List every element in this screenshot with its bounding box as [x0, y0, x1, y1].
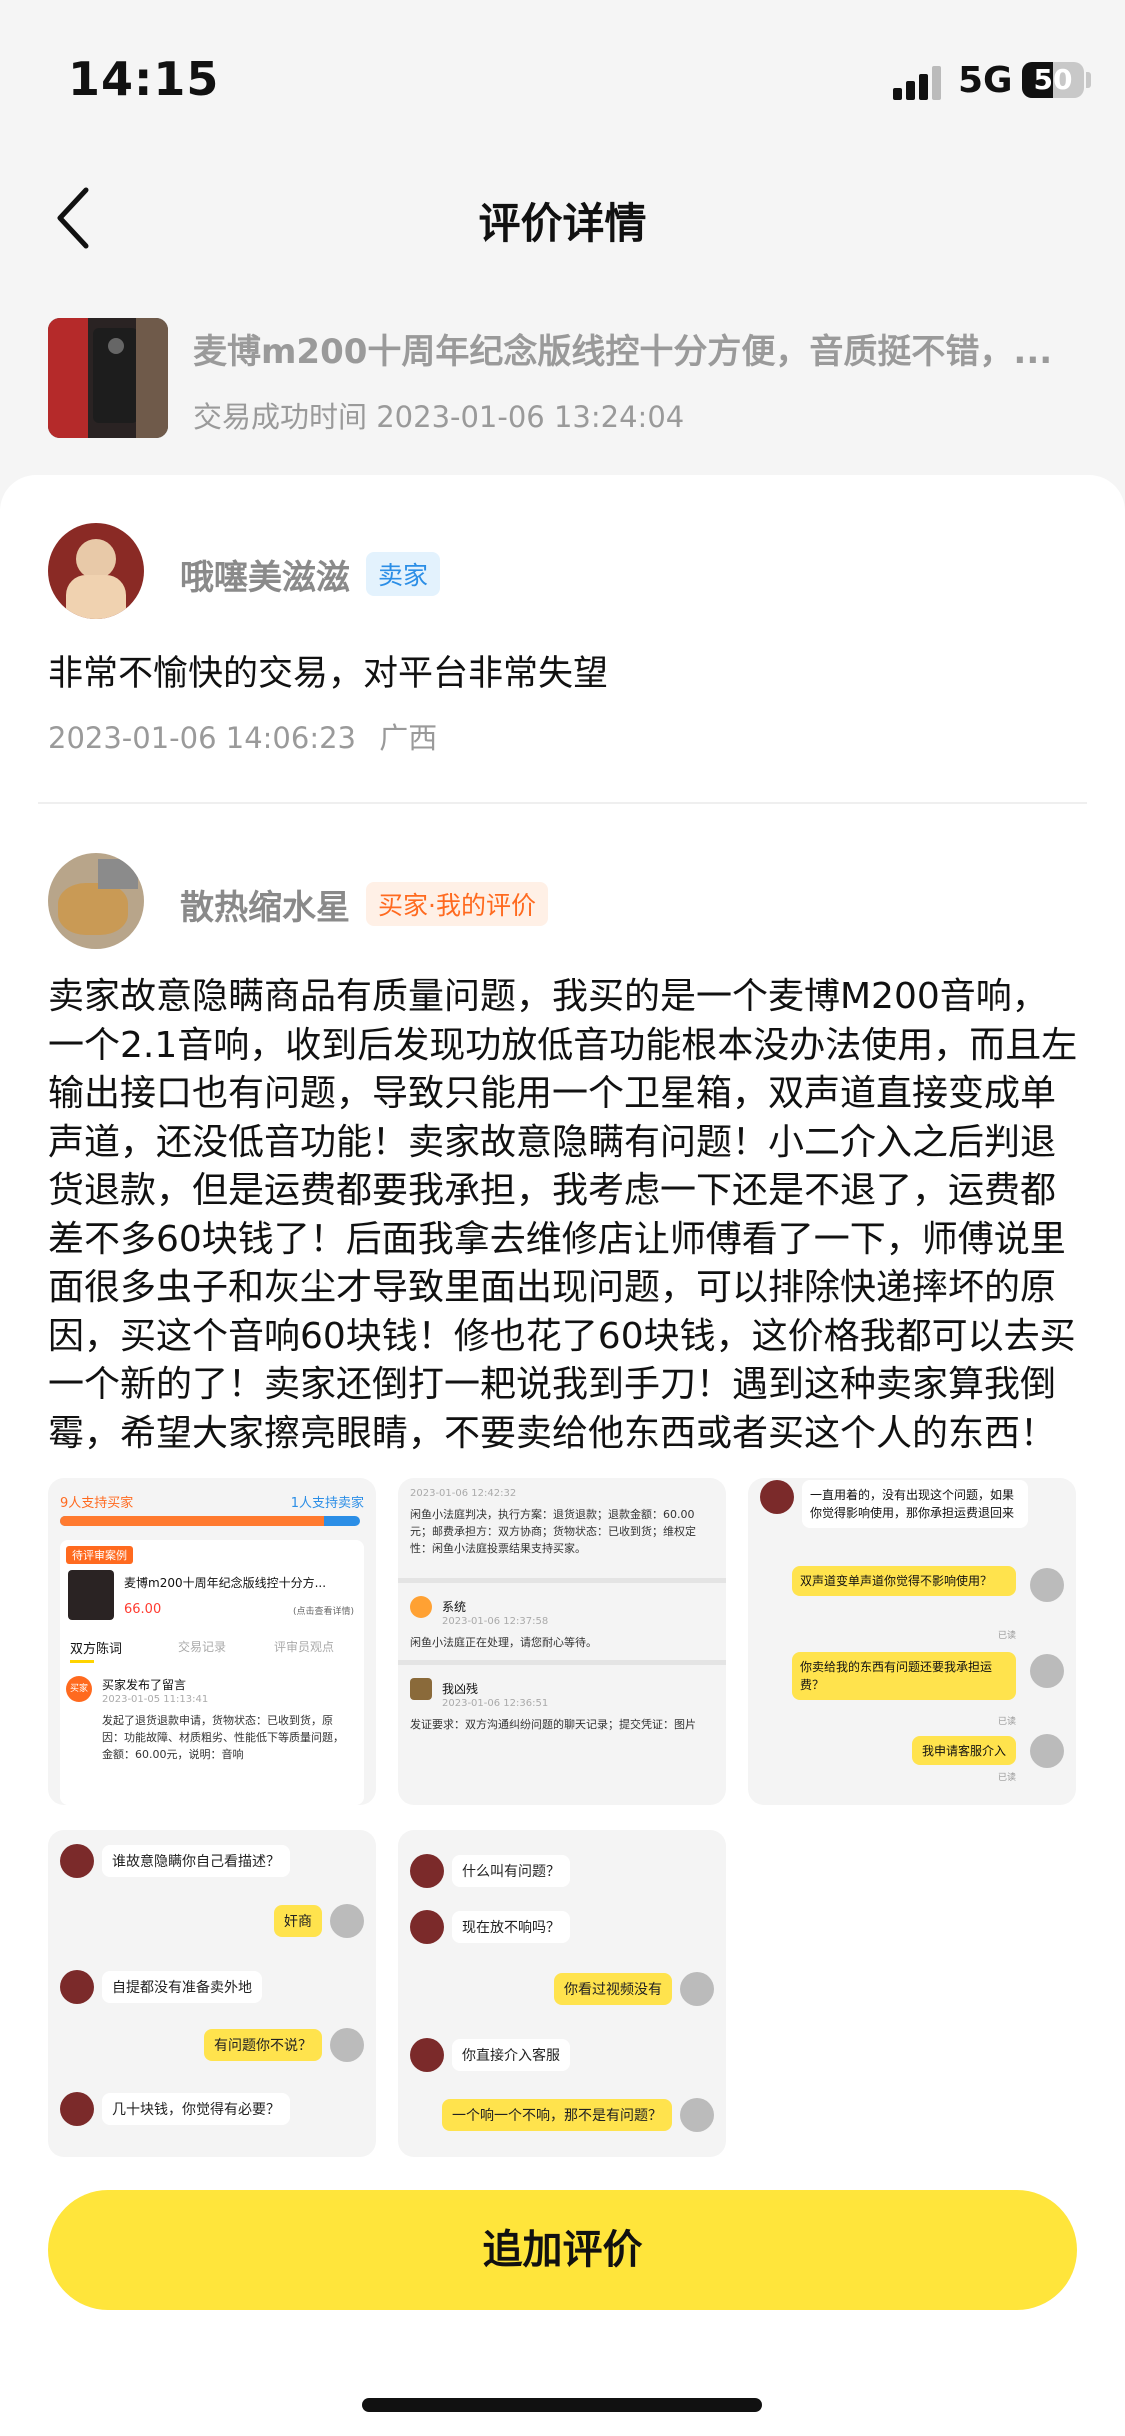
add-review-button[interactable]: 追加评价	[48, 2190, 1077, 2310]
msg-time: 2023-01-05 11:13:41	[102, 1694, 209, 1705]
chat-avatar-buyer	[680, 1972, 714, 2006]
record-body-3: 发证要求：双方沟通纠纷问题的聊天记录；提交凭证：图片	[410, 1718, 696, 1731]
chat-avatar-buyer	[1030, 1568, 1064, 1602]
chat-avatar-buyer	[1030, 1654, 1064, 1688]
seller-avatar[interactable]	[48, 523, 144, 619]
support-seller: 1人支持卖家	[290, 1496, 364, 1511]
chat-msg-1: 什么叫有问题？	[452, 1855, 570, 1887]
chat-avatar-seller	[60, 1844, 94, 1878]
review-image-4[interactable]: 谁故意隐瞒你自己看描述？ 奸商 自提都没有准备卖外地 有问题你不说？ 几十块钱，…	[48, 1830, 376, 2157]
buyer-avatar[interactable]	[48, 853, 144, 949]
read-label: 已读	[997, 1631, 1016, 1641]
chat-avatar-seller	[410, 1910, 444, 1944]
support-bar	[60, 1516, 360, 1526]
buyer-badge: 买家·我的评价	[366, 882, 548, 926]
chat-msg-2: 奸商	[274, 1905, 322, 1937]
review-image-2[interactable]: 2023-01-06 12:42:32 闲鱼小法庭判决，执行方案：退货退款；退款…	[398, 1478, 726, 1805]
chat-avatar-buyer	[680, 2098, 714, 2132]
chat-msg-5: 一个响一个不响，那不是有问题？	[442, 2099, 672, 2131]
nav-bar: 评价详情	[0, 170, 1125, 270]
status-time: 14:15	[68, 52, 220, 106]
pending-tag: 待评审案例	[66, 1546, 133, 1564]
item-thumb	[68, 1570, 114, 1620]
chat-msg-1: 谁故意隐瞒你自己看描述？	[102, 1845, 290, 1877]
chat-avatar-seller	[410, 2038, 444, 2072]
chat-row: 有问题你不说？	[204, 2028, 364, 2062]
review-image-1[interactable]: 9人支持买家 1人支持卖家 待评审案例 麦博m200十周年纪念版线控十分方...…	[48, 1478, 376, 1805]
record-body-1: 闲鱼小法庭判决，执行方案：退货退款；退款金额：60.00元；邮费承担方：双方协商…	[410, 1508, 696, 1555]
chat-row: 奸商	[274, 1904, 364, 1938]
product-thumbnail[interactable]	[48, 318, 168, 438]
chat-msg-3: 自提都没有准备卖外地	[102, 1971, 262, 2003]
seller-badge: 卖家	[366, 552, 441, 596]
chat-msg-3: 你卖给我的东西有问题还要我承担运费？	[792, 1652, 1016, 1700]
chat-msg-5: 几十块钱，你觉得有必要？	[102, 2093, 290, 2125]
chat-avatar-seller	[60, 2092, 94, 2126]
seller-name[interactable]: 哦噻美滋滋	[180, 550, 350, 599]
chat-row: 自提都没有准备卖外地	[60, 1970, 262, 2004]
chat-row: 现在放不响吗？	[410, 1910, 570, 1944]
system-avatar	[410, 1596, 432, 1618]
buyer-review-text: 卖家故意隐瞒商品有质量问题，我买的是一个麦博M200音响，一个2.1音响，收到后…	[48, 976, 1078, 1454]
page-title: 评价详情	[478, 199, 647, 248]
status-bar: 14:15 5G 50	[0, 0, 1125, 150]
product-title: 麦博m200十周年纪念版线控十分方便，音质挺不错，...	[193, 332, 1053, 372]
chat-msg-2: 现在放不响吗？	[452, 1911, 570, 1943]
buyer-tag: 买家	[66, 1676, 92, 1702]
network-label: 5G	[958, 60, 1013, 101]
chat-row: 几十块钱，你觉得有必要？	[60, 2092, 290, 2126]
review-image-5[interactable]: 什么叫有问题？ 现在放不响吗？ 你看过视频没有 你直接介入客服 一个响一个不响，…	[398, 1830, 726, 2157]
read-label: 已读	[997, 1717, 1016, 1727]
chat-avatar-buyer	[330, 2028, 364, 2062]
review-image-3[interactable]: 一直用着的，没有出现这个问题，如果你觉得影响使用，那你承担运费退回来 双声道变单…	[748, 1478, 1076, 1805]
tab-reviewers: 评审员观点	[274, 1640, 335, 1654]
divider	[38, 802, 1087, 804]
product-summary[interactable]: 麦博m200十周年纪念版线控十分方便，音质挺不错，... 交易成功时间 2023…	[48, 318, 1088, 438]
chat-msg-3: 你看过视频没有	[554, 1973, 672, 2005]
chat-row: 一个响一个不响，那不是有问题？	[442, 2098, 714, 2132]
me-avatar	[410, 1678, 432, 1700]
support-buyer: 9人支持买家	[60, 1496, 134, 1511]
chat-avatar-seller	[410, 1854, 444, 1888]
chat-msg-1: 一直用着的，没有出现这个问题，如果你觉得影响使用，那你承担运费退回来	[802, 1480, 1028, 1528]
chat-row: 你看过视频没有	[554, 1972, 714, 2006]
battery-percent: 50	[1033, 63, 1073, 96]
trade-time: 交易成功时间 2023-01-06 13:24:04	[193, 400, 685, 434]
read-label: 已读	[997, 1773, 1016, 1783]
chat-msg-4: 有问题你不说？	[204, 2029, 322, 2061]
chat-avatar-buyer	[330, 1904, 364, 1938]
battery-tip	[1086, 72, 1091, 88]
item-price: 66.00	[124, 1602, 162, 1617]
chat-avatar-seller	[760, 1480, 794, 1514]
buyer-name[interactable]: 散热缩水星	[180, 880, 350, 929]
seller-review-date: 2023-01-06 14:06:23	[48, 721, 356, 755]
chat-avatar-buyer	[1030, 1734, 1064, 1768]
chat-row: 你直接介入客服	[410, 2038, 570, 2072]
chat-msg-4: 你直接介入客服	[452, 2039, 570, 2071]
record-sender-2: 系统	[442, 1600, 467, 1614]
chat-avatar-seller	[60, 1970, 94, 2004]
record-body-2: 闲鱼小法庭正在处理，请您耐心等待。	[410, 1636, 597, 1649]
msg-body: 发起了退货退款申请，货物状态：已收到货，原因：功能故障、材质粗劣、性能低下等质量…	[102, 1714, 344, 1761]
tab-records: 交易记录	[178, 1640, 227, 1654]
signal-icon	[893, 66, 943, 100]
record-time-3: 2023-01-06 12:36:51	[442, 1698, 549, 1709]
record-time-1: 2023-01-06 12:42:32	[410, 1488, 517, 1499]
view-detail: (点击查看详情)	[292, 1607, 354, 1617]
msg-title: 买家发布了留言	[102, 1678, 187, 1692]
item-title: 麦博m200十周年纪念版线控十分方...	[124, 1576, 327, 1590]
seller-review-meta: 2023-01-06 14:06:23 广西	[48, 715, 437, 757]
tab-statements: 双方陈词	[70, 1642, 123, 1657]
chat-msg-4: 我申请客服介入	[911, 1736, 1016, 1765]
seller-review-location: 广西	[379, 721, 438, 755]
chat-row: 谁故意隐瞒你自己看描述？	[60, 1844, 290, 1878]
record-time-2: 2023-01-06 12:37:58	[442, 1616, 549, 1627]
record-sender-3: 我凶残	[442, 1682, 479, 1696]
chat-row: 什么叫有问题？	[410, 1854, 570, 1888]
chat-msg-2: 双声道变单声道你觉得不影响使用？	[792, 1566, 1016, 1596]
battery-icon: 50	[1022, 62, 1084, 98]
seller-comment: 非常不愉快的交易，对平台非常失望	[48, 654, 609, 694]
home-indicator[interactable]	[362, 2398, 762, 2412]
